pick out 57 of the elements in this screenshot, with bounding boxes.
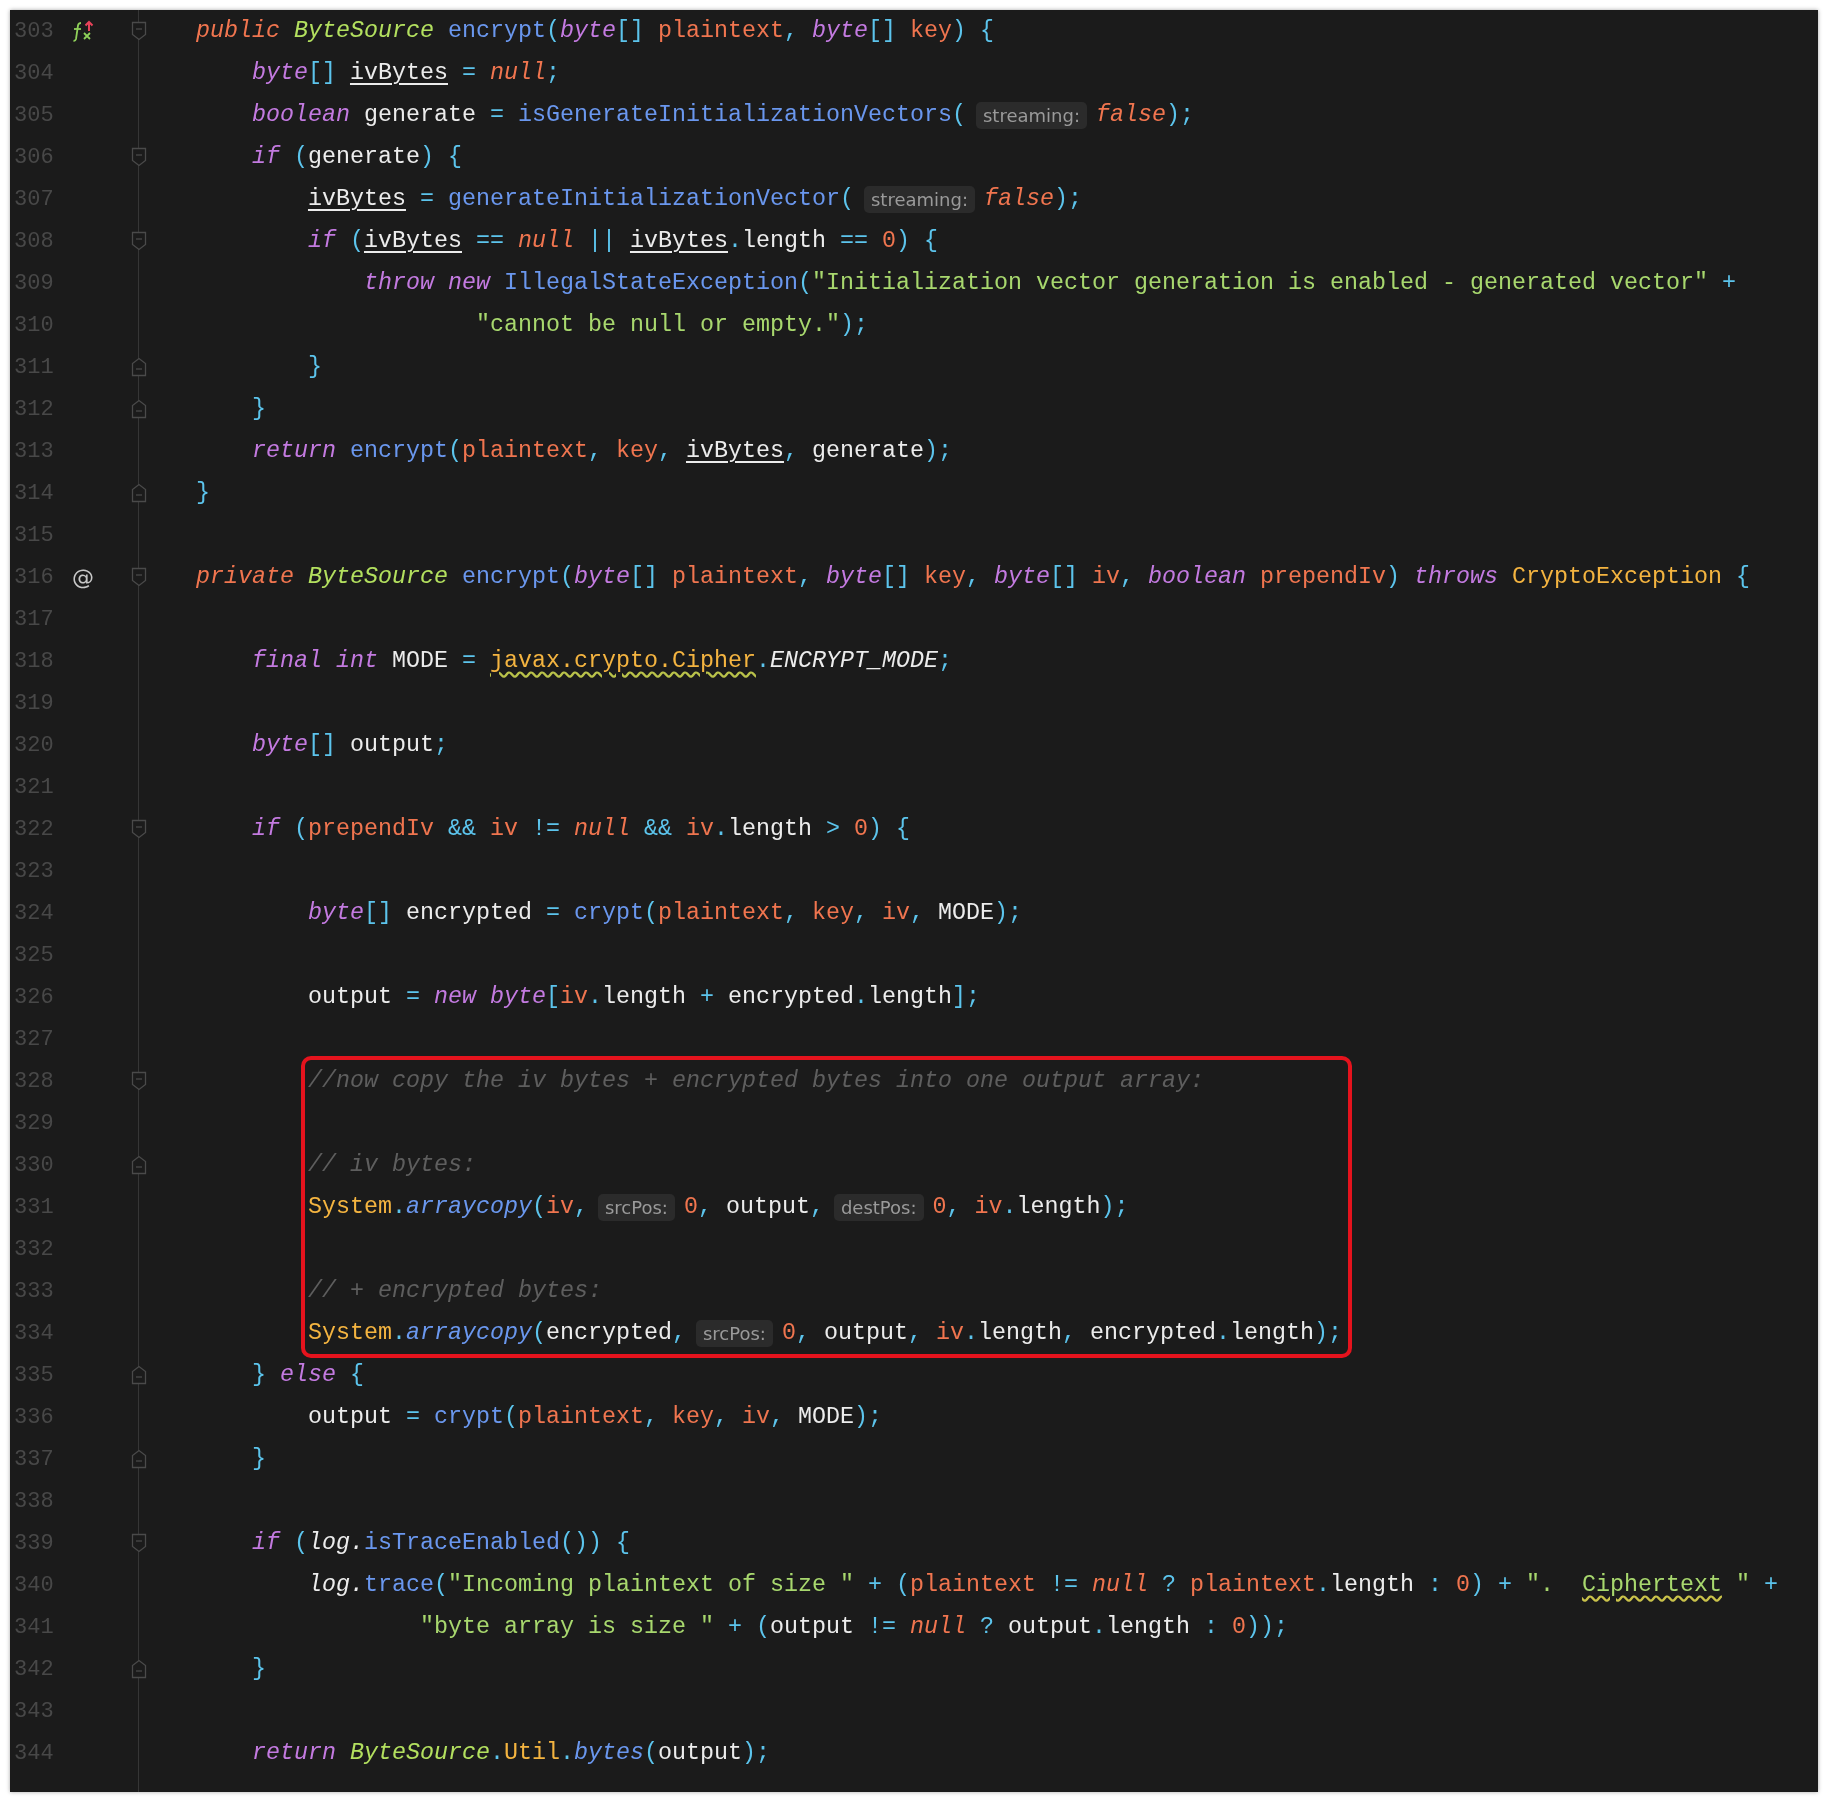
code-text: // + encrypted bytes: [308, 1278, 602, 1304]
code-text: "byte array is size " + (output != null ? output.length : 0)); [420, 1614, 1288, 1640]
fold-icon[interactable] [131, 399, 147, 419]
fold-icon[interactable] [131, 819, 147, 839]
code-text: 0, output, [683, 1194, 824, 1220]
code-text: byte[] ivBytes = null; [252, 60, 560, 86]
code-text: output = new byte[iv.length + encrypted.length]; [308, 984, 980, 1010]
code-text: throw new IllegalStateException("Initialization vector generation is enabled - generated vector" + [364, 270, 1736, 296]
parameter-hint: streaming: [863, 185, 975, 213]
fold-icon[interactable] [131, 1449, 147, 1469]
code-text: System.arraycopy(iv, [308, 1194, 588, 1220]
code-text: false); [1095, 102, 1194, 128]
parameter-hint: streaming: [975, 101, 1087, 129]
code-text: "cannot be null or empty."); [475, 312, 868, 338]
code-text: log.trace("Incoming plaintext of size " + (plaintext != null ? plaintext.length : 0) + ". Ciphertext " + [308, 1572, 1778, 1598]
parameter-hint: destPos: [833, 1193, 924, 1221]
code-text: if (ivBytes == null || ivBytes.length == 0) { [308, 228, 938, 254]
code-text: return ByteSource.Util.bytes(output); [252, 1740, 770, 1766]
fold-icon[interactable] [131, 1071, 147, 1091]
code-text: // iv bytes: [308, 1152, 476, 1178]
code-text: private ByteSource encrypt(byte[] plaintext, byte[] key, byte[] iv, boolean prependIv) throws CryptoException { [196, 564, 1750, 590]
fold-icon[interactable] [131, 1533, 147, 1553]
code-text: byte[] output; [252, 732, 448, 758]
code-text: false); [983, 186, 1082, 212]
annotation-marker[interactable]: @ [72, 564, 94, 590]
code-text: if (prependIv && iv != null && iv.length > 0) { [252, 816, 910, 842]
code-text: byte[] encrypted = crypt(plaintext, key, iv, MODE); [308, 900, 1022, 926]
code-text: } [196, 480, 210, 506]
code-text: boolean generate = isGenerateInitializationVectors( [252, 102, 966, 128]
code-text: if (generate) { [252, 144, 462, 170]
fold-icon[interactable] [131, 1365, 147, 1385]
code-text: System.arraycopy(encrypted, [308, 1320, 686, 1346]
code-text: ivBytes = generateInitializationVector( [308, 186, 854, 212]
fold-icon[interactable] [131, 231, 147, 251]
fold-icon[interactable] [131, 1155, 147, 1175]
code-text: } [308, 354, 322, 380]
code-text: final int MODE = javax.crypto.Cipher.ENCRYPT_MODE; [252, 648, 952, 674]
fold-icon[interactable] [131, 147, 147, 167]
code-text: } [252, 1656, 266, 1682]
code-text: public ByteSource encrypt(byte[] plaintext, byte[] key) { [196, 18, 994, 44]
code-text: return encrypt(plaintext, key, ivBytes, generate); [252, 438, 952, 464]
parameter-hint: srcPos: [598, 1193, 675, 1221]
fold-icon[interactable] [131, 483, 147, 503]
code-text: 0, iv.length); [932, 1194, 1129, 1220]
fold-icon[interactable] [131, 357, 147, 377]
fold-icon[interactable] [131, 1659, 147, 1679]
code-text: } [252, 1446, 266, 1472]
parameter-hint: srcPos: [696, 1319, 773, 1347]
fold-icon[interactable] [131, 21, 147, 41]
fold-icon[interactable] [131, 567, 147, 587]
code-text: 0, output, iv.length, encrypted.length); [781, 1320, 1342, 1346]
override-marker-icon[interactable] [72, 20, 96, 42]
code-text: if (log.isTraceEnabled()) { [252, 1530, 630, 1556]
code-text: //now copy the iv bytes + encrypted bytes into one output array: [308, 1068, 1204, 1094]
code-text: output = crypt(plaintext, key, iv, MODE); [308, 1404, 882, 1430]
code-text: } else { [252, 1362, 364, 1388]
code-text: } [252, 396, 266, 422]
